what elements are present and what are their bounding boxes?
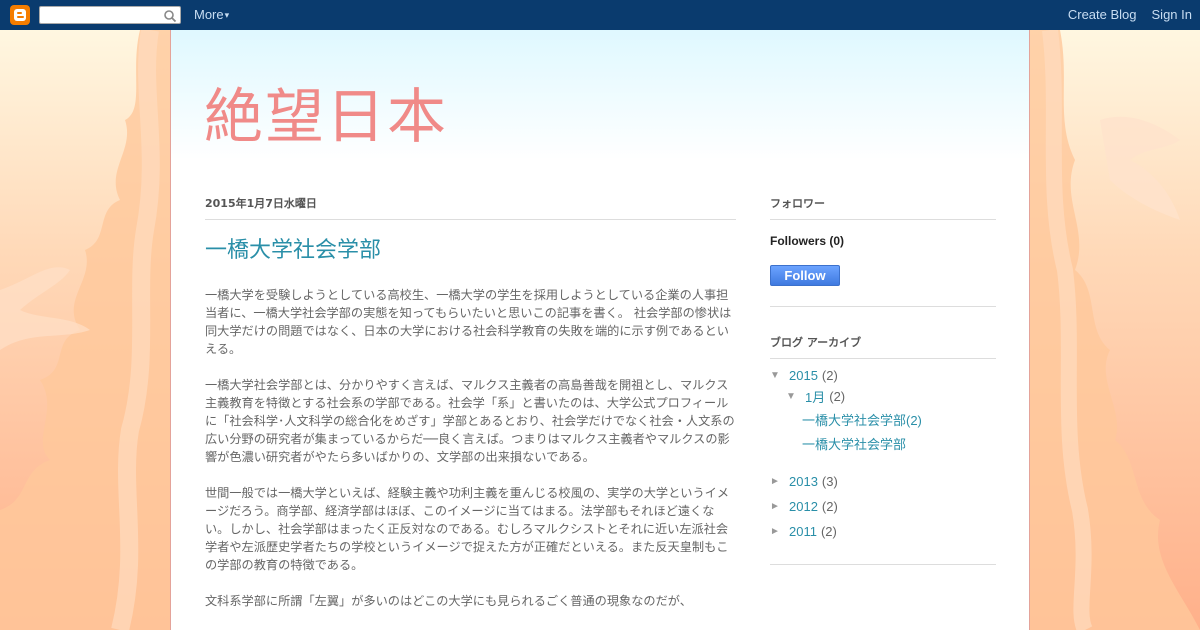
- archive-year-link[interactable]: 2011: [789, 524, 817, 539]
- sidebar: フォロワー Followers (0) Follow ブログ アーカイブ ▼ 2…: [770, 195, 996, 565]
- chevron-down-icon: ▾: [224, 10, 230, 20]
- spacer: [770, 455, 996, 469]
- archive-count: (2): [821, 368, 838, 383]
- blog-container: 絶望日本 2015年1月7日水曜日 一橋大学社会学部 一橋大学を受験しようとして…: [170, 30, 1030, 630]
- archive-year-link[interactable]: 2012: [789, 499, 818, 514]
- archive-month-item: ▼ 1月 (2): [770, 386, 996, 407]
- archive-year-item: ► 2013 (3): [770, 469, 996, 494]
- expand-toggle-icon[interactable]: ▼: [786, 391, 805, 402]
- blogger-logo-icon[interactable]: [10, 5, 30, 25]
- collapse-toggle-icon[interactable]: ►: [770, 526, 789, 537]
- collapse-toggle-icon[interactable]: ►: [770, 501, 789, 512]
- archive-list: ▼ 2015 (2) ▼ 1月 (2) 一橋大学社会学部(2) 一橋大学社会学部: [770, 365, 996, 544]
- followers-count: Followers (0): [770, 234, 845, 248]
- top-navbar: More▾ Create Blog Sign In: [0, 0, 1200, 30]
- navbar-right-links: Create Blog Sign In: [1068, 7, 1192, 22]
- archive-count: (2): [829, 389, 846, 404]
- post-paragraph: 一橋大学社会学部とは、分かりやすく言えば、マルクス主義者の高島善哉を開祖とし、マ…: [205, 378, 735, 464]
- follow-button[interactable]: Follow: [770, 265, 840, 286]
- archive-count: (2): [820, 524, 837, 539]
- archive-year-item: ▼ 2015 (2): [770, 365, 996, 386]
- followers-widget-title: フォロワー: [770, 195, 996, 220]
- archive-year-link[interactable]: 2015: [789, 368, 818, 383]
- collapse-toggle-icon[interactable]: ►: [770, 476, 789, 487]
- archive-month-link[interactable]: 1月: [805, 387, 825, 406]
- archive-count: (2): [821, 499, 838, 514]
- create-blog-link[interactable]: Create Blog: [1068, 7, 1137, 22]
- main-column: 2015年1月7日水曜日 一橋大学社会学部 一橋大学を受験しようとしている高校生…: [205, 195, 736, 628]
- archive-count: (3): [821, 474, 838, 489]
- decorative-foliage-right: [1030, 30, 1200, 630]
- archive-post-link[interactable]: 一橋大学社会学部: [802, 434, 906, 453]
- divider: [770, 564, 996, 565]
- archive-post-link[interactable]: 一橋大学社会学部(2): [802, 410, 922, 429]
- more-label: More: [194, 7, 224, 22]
- post-date: 2015年1月7日水曜日: [205, 195, 736, 220]
- post-paragraph: 一橋大学を受験しようとしている高校生、一橋大学の学生を採用しようとしている企業の…: [205, 288, 732, 356]
- post-body: 一橋大学を受験しようとしている高校生、一橋大学の学生を採用しようとしている企業の…: [205, 286, 736, 610]
- post-paragraph: 世間一般では一橋大学といえば、経験主義や功利主義を重んじる校風の、実学の大学とい…: [205, 486, 730, 572]
- post-paragraph: 文科系学部に所謂「左翼」が多いのはどこの大学にも見られるごく普通の現象なのだが、: [205, 594, 692, 608]
- expand-toggle-icon[interactable]: ▼: [770, 370, 789, 381]
- archive-year-item: ► 2012 (2): [770, 494, 996, 519]
- archive-widget-title: ブログ アーカイブ: [770, 334, 996, 359]
- search-input[interactable]: [40, 11, 160, 27]
- archive-post-item: 一橋大学社会学部(2): [770, 407, 996, 431]
- search-box: [39, 6, 181, 27]
- post-title[interactable]: 一橋大学社会学部: [205, 236, 736, 266]
- divider: [770, 306, 996, 307]
- followers-widget: フォロワー Followers (0) Follow: [770, 195, 996, 307]
- archive-post-item: 一橋大学社会学部: [770, 431, 996, 455]
- archive-year-link[interactable]: 2013: [789, 474, 818, 489]
- archive-widget: ブログ アーカイブ ▼ 2015 (2) ▼ 1月 (2) 一橋大学社会学部(2…: [770, 334, 996, 565]
- more-menu-button[interactable]: More▾: [194, 7, 229, 22]
- blog-title[interactable]: 絶望日本: [204, 82, 448, 152]
- decorative-foliage-left: [0, 30, 170, 630]
- archive-year-item: ► 2011 (2): [770, 519, 996, 544]
- sign-in-link[interactable]: Sign In: [1152, 7, 1192, 22]
- search-icon[interactable]: [163, 8, 177, 27]
